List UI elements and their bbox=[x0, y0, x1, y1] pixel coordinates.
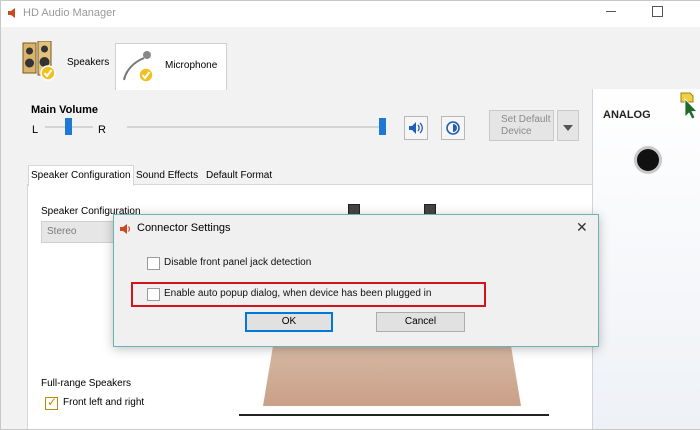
set-default-device-label: Set Default Device bbox=[501, 114, 551, 137]
connector-settings-folder-icon[interactable] bbox=[679, 91, 699, 124]
volume-slider-track[interactable] bbox=[127, 126, 385, 128]
tab-speakers[interactable]: Speakers bbox=[19, 40, 113, 89]
tab-microphone[interactable]: Microphone bbox=[115, 43, 227, 90]
tab-speaker-configuration[interactable]: Speaker Configuration bbox=[28, 165, 134, 186]
speaker-configuration-select[interactable]: Stereo bbox=[41, 221, 118, 243]
minimize-button[interactable] bbox=[606, 11, 616, 12]
front-left-right-label: Front left and right bbox=[63, 397, 145, 408]
tab-default-format[interactable]: Default Format bbox=[204, 166, 274, 186]
analog-panel: ANALOG bbox=[592, 89, 700, 429]
analog-label: ANALOG bbox=[603, 109, 651, 121]
window-title: HD Audio Manager bbox=[23, 7, 116, 19]
maximize-button[interactable] bbox=[652, 6, 663, 17]
dialog-close-icon[interactable]: ✕ bbox=[576, 219, 588, 236]
dialog-title: Connector Settings bbox=[137, 222, 231, 234]
speaker-stage-edge bbox=[239, 414, 549, 416]
cancel-button[interactable]: Cancel bbox=[376, 312, 465, 332]
ok-button[interactable]: OK bbox=[245, 312, 333, 332]
tab-speakers-label: Speakers bbox=[67, 57, 110, 68]
mute-button[interactable] bbox=[404, 116, 428, 140]
main-volume-label: Main Volume bbox=[31, 104, 99, 116]
full-range-speakers-label: Full-range Speakers bbox=[41, 378, 132, 389]
microphone-icon bbox=[120, 48, 160, 91]
speaker-stage-floor bbox=[263, 344, 521, 406]
hd-audio-manager-window: HD Audio Manager Speakers Microphone Mai… bbox=[0, 0, 700, 430]
balance-right-label: R bbox=[98, 124, 106, 136]
chevron-down-icon bbox=[563, 122, 573, 134]
volume-slider-thumb[interactable] bbox=[379, 118, 386, 135]
enable-auto-popup-label: Enable auto popup dialog, when device ha… bbox=[164, 288, 432, 299]
tab-microphone-label: Microphone bbox=[165, 60, 218, 71]
set-default-dropdown-button[interactable] bbox=[557, 110, 579, 141]
app-speaker-icon bbox=[7, 7, 19, 22]
speaker-volume-icon bbox=[408, 120, 424, 139]
disable-jack-detection-checkbox[interactable] bbox=[147, 257, 160, 270]
speaker-configuration-value: Stereo bbox=[47, 226, 77, 237]
disable-jack-detection-label: Disable front panel jack detection bbox=[164, 257, 312, 268]
tab-sound-effects[interactable]: Sound Effects bbox=[134, 166, 200, 186]
title-bar: HD Audio Manager bbox=[1, 1, 700, 27]
dialog-speaker-icon bbox=[119, 222, 133, 239]
balance-slider-thumb[interactable] bbox=[65, 118, 72, 135]
connector-settings-dialog: Connector Settings ✕ bbox=[113, 214, 599, 347]
analog-jack-port[interactable] bbox=[637, 149, 659, 171]
set-default-device-button[interactable]: Set Default Device bbox=[489, 110, 554, 141]
audio-effects-button[interactable] bbox=[441, 116, 465, 140]
balance-left-label: L bbox=[32, 124, 39, 136]
speakers-icon bbox=[21, 40, 61, 84]
enable-auto-popup-checkbox[interactable] bbox=[147, 288, 160, 301]
front-left-right-checkbox[interactable] bbox=[45, 395, 58, 410]
audio-effects-icon bbox=[445, 120, 461, 139]
